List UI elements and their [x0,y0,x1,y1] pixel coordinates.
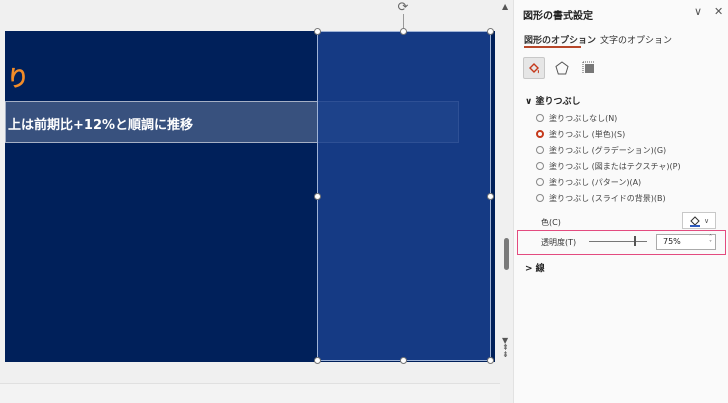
transparency-slider-thumb[interactable] [634,236,636,246]
radio-solid-fill[interactable]: 塗りつぶし (単色)(S) [536,129,625,140]
radio-picture-fill[interactable]: 塗りつぶし (図またはテクスチャ)(P) [536,161,681,172]
radio-icon [536,114,544,122]
vertical-scrollbar[interactable]: ▲ ▼ ⇞ ⇟ [500,0,513,403]
pane-options-chevron-icon[interactable]: ∨ [694,5,702,18]
transparency-spin-input[interactable]: 75% ˄ ˅ [656,234,716,250]
rotation-stem [403,14,404,28]
resize-handle-e[interactable] [487,193,494,200]
transparency-value: 75% [663,237,681,246]
option-label: 塗りつぶし (グラデーション)(G) [549,146,667,155]
effects-pentagon-icon[interactable] [551,57,573,79]
scroll-up-icon[interactable]: ▲ [502,2,508,11]
scroll-down-icons[interactable]: ▼ ⇞ ⇟ [502,337,509,359]
tab-shape-options[interactable]: 図形のオプション [524,33,596,46]
color-label: 色(C) [541,218,561,227]
resize-handle-ne[interactable] [487,28,494,35]
option-label: 塗りつぶし (パターン)(A) [549,178,642,187]
resize-handle-s[interactable] [400,357,407,364]
format-shape-pane: 図形の書式設定 ∨ ✕ 図形のオプション 文字のオプション ∨ 塗りつぶし 塗り… [513,0,728,403]
paint-bucket-icon [689,215,700,227]
slide-title-fragment: り [7,67,30,92]
fill-section-header[interactable]: ∨ 塗りつぶし [525,94,581,107]
spin-arrows-icon[interactable]: ˄ ˅ [709,235,712,247]
radio-icon [536,146,544,154]
option-label: 塗りつぶし (図またはテクスチャ)(P) [549,162,681,171]
option-label: 塗りつぶしなし(N) [549,114,618,123]
slide-canvas: り 上は前期比+12%と順調に推移 ⟳ [0,0,500,403]
radio-icon [536,162,544,170]
line-section-header[interactable]: > 線 [525,261,545,274]
tab-text-options[interactable]: 文字のオプション [600,33,672,46]
chevron-down-icon: ∨ [703,216,710,225]
active-tab-underline [524,46,581,48]
resize-handle-sw[interactable] [314,357,321,364]
resize-handle-se[interactable] [487,357,494,364]
option-label: 塗りつぶし (単色)(S) [549,130,626,139]
resize-handle-w[interactable] [314,193,321,200]
scroll-thumb[interactable] [504,238,509,270]
fill-and-line-icon[interactable] [523,57,545,79]
pane-close-icon[interactable]: ✕ [714,5,723,18]
resize-handle-n[interactable] [400,28,407,35]
radio-icon [536,194,544,202]
selected-rectangle-shape[interactable] [317,31,491,361]
radio-icon [536,178,544,186]
radio-no-fill[interactable]: 塗りつぶしなし(N) [536,113,617,124]
radio-gradient-fill[interactable]: 塗りつぶし (グラデーション)(G) [536,145,666,156]
size-properties-icon[interactable] [578,57,600,79]
option-label: 塗りつぶし (スライドの背景)(B) [549,194,666,203]
transparency-slider-track[interactable] [589,241,647,242]
fill-color-button[interactable]: ∨ [682,212,716,229]
resize-handle-nw[interactable] [314,28,321,35]
strip-text: 上は前期比+12%と順調に推移 [8,118,194,133]
radio-slide-background-fill[interactable]: 塗りつぶし (スライドの背景)(B) [536,193,666,204]
radio-checked-icon [536,130,544,138]
pane-title: 図形の書式設定 [523,11,593,22]
rotate-handle-icon[interactable]: ⟳ [396,1,410,15]
bottom-bar [0,383,500,403]
radio-pattern-fill[interactable]: 塗りつぶし (パターン)(A) [536,177,641,188]
transparency-label: 透明度(T) [541,238,577,247]
